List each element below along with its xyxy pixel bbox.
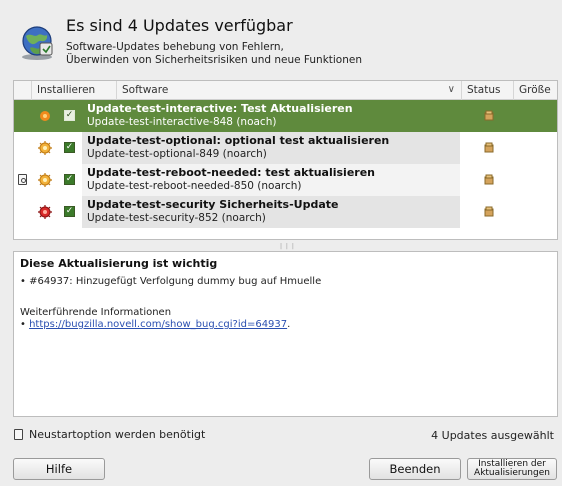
restart-note: Neustartoption werden benötigt (14, 428, 205, 441)
update-row[interactable]: ✓ Update-test-security Sicherheits-Updat… (14, 196, 557, 228)
security-update-icon (38, 205, 52, 219)
column-header: Installieren Software ∨ Status Größe (14, 81, 557, 100)
install-checkbox[interactable]: ✓ (64, 110, 75, 121)
update-name: Update-test-optional: optional test aktu… (87, 134, 390, 147)
install-checkbox[interactable]: ✓ (64, 174, 75, 185)
package-status-icon (484, 142, 494, 153)
update-name: Update-test-security Sicherheits-Update (87, 198, 339, 211)
column-software[interactable]: Software ∨ (117, 81, 462, 100)
details-more-info-label: Weiterführende Informationen (20, 307, 172, 318)
details-link-line: • https://bugzilla.novell.com/show_bug.c… (20, 319, 551, 330)
details-link-suffix: . (287, 319, 291, 330)
package-status-icon (484, 110, 494, 121)
update-list[interactable]: Installieren Software ∨ Status Größe ✓ U… (13, 80, 558, 240)
details-link-bullet: • (20, 319, 30, 330)
update-row[interactable]: ✓ Update-test-optional: optional test ak… (14, 132, 557, 164)
update-row[interactable]: ✓ Update-test-interactive: Test Aktualis… (14, 100, 557, 132)
update-package: Update-test-reboot-needed-850 (noarch) (87, 180, 302, 192)
update-package: Update-test-optional-849 (noarch) (87, 148, 267, 160)
bugzilla-link[interactable]: https://bugzilla.novell.com/show_bug.cgi… (29, 319, 287, 330)
dialog-subtitle: Software-Updates behebung von Fehlern, Ü… (66, 41, 362, 67)
update-package: Update-test-security-852 (noarch) (87, 212, 266, 224)
column-installieren[interactable]: Installieren (32, 81, 117, 100)
install-checkbox[interactable]: ✓ (64, 206, 75, 217)
restart-required-icon (18, 174, 27, 185)
selected-count: 4 Updates ausgewählt (431, 429, 554, 442)
install-checkbox[interactable]: ✓ (64, 142, 75, 153)
details-bug-line: • #64937: Hinzugefügt Verfolgung dummy b… (20, 276, 322, 287)
update-package: Update-test-interactive-848 (noach) (87, 116, 277, 128)
dialog-header: Es sind 4 Updates verfügbar Software-Upd… (14, 10, 554, 72)
restart-required-icon (14, 429, 23, 440)
update-name: Update-test-reboot-needed: test aktualis… (87, 166, 376, 179)
software-update-globe-icon (22, 26, 53, 60)
column-software-label: Software (122, 84, 169, 96)
splitter-handle[interactable]: | | | (280, 243, 295, 250)
column-status[interactable]: Status (462, 81, 514, 100)
update-name: Update-test-interactive: Test Aktualisie… (87, 102, 353, 115)
details-title: Diese Aktualisierung ist wichtig (20, 257, 218, 270)
package-status-icon (484, 206, 494, 217)
dialog-title: Es sind 4 Updates verfügbar (66, 16, 293, 35)
normal-update-icon (38, 173, 52, 187)
package-status-icon (484, 174, 494, 185)
help-button[interactable]: Hilfe (13, 458, 105, 480)
update-details-panel: Diese Aktualisierung ist wichtig • #6493… (13, 251, 558, 417)
dialog-subtitle-line2: Überwinden von Sicherheitsrisiken und ne… (66, 54, 362, 66)
restart-note-text: Neustartoption werden benötigt (29, 428, 206, 441)
install-button-line2: Aktualisierungen (474, 468, 550, 478)
low-severity-icon (40, 111, 50, 121)
update-row[interactable]: ✓ Update-test-reboot-needed: test aktual… (14, 164, 557, 196)
dialog-subtitle-line1: Software-Updates behebung von Fehlern, (66, 41, 284, 53)
column-restart[interactable] (14, 81, 32, 100)
sort-descending-icon: ∨ (447, 84, 455, 95)
install-updates-button[interactable]: Installieren der Aktualisierungen (467, 458, 557, 480)
column-groesse[interactable]: Größe (514, 81, 557, 100)
close-button[interactable]: Beenden (369, 458, 461, 480)
optional-update-icon (38, 141, 52, 155)
